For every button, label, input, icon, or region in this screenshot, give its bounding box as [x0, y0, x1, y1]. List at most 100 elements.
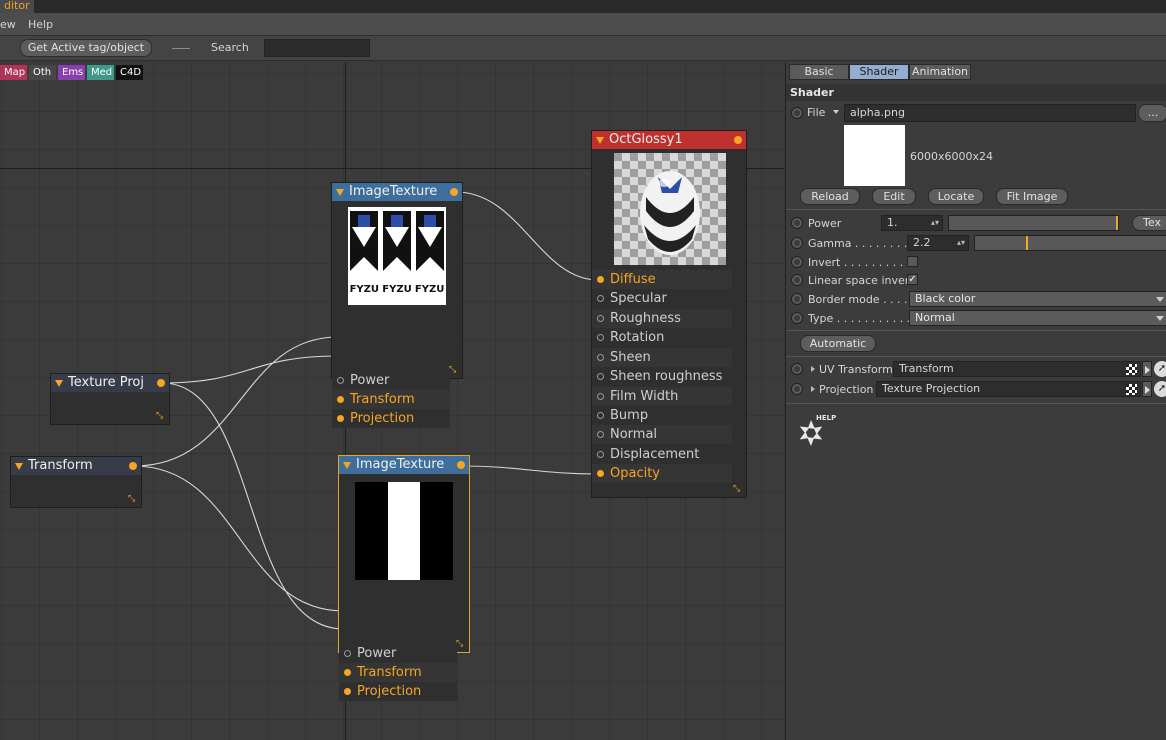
node-header[interactable]: OctGlossy1: [592, 131, 746, 149]
resize-icon[interactable]: ⤡: [733, 485, 742, 494]
input-port[interactable]: [597, 354, 604, 361]
file-menu-arrow-icon[interactable]: [833, 110, 839, 114]
menu-help[interactable]: Help: [28, 18, 53, 31]
port-diffuse[interactable]: Diffuse: [592, 270, 732, 289]
output-port[interactable]: [157, 379, 165, 387]
collapse-icon[interactable]: [596, 137, 604, 144]
input-port[interactable]: [337, 396, 344, 403]
port-film-width[interactable]: Film Width: [592, 387, 732, 406]
gamma-field[interactable]: 2.2 ▴▾: [907, 235, 969, 251]
tab-animation[interactable]: Animation: [909, 64, 971, 80]
edit-button[interactable]: Edit: [872, 188, 916, 205]
pick-cursor-icon[interactable]: ➚: [1154, 381, 1166, 397]
power-keyframe-radio[interactable]: [791, 217, 803, 229]
gamma-slider[interactable]: [974, 235, 1166, 251]
invert-checkbox[interactable]: [907, 256, 918, 267]
get-active-button[interactable]: Get Active tag/object: [20, 39, 152, 57]
search-input[interactable]: [264, 39, 370, 57]
help-button[interactable]: HELP: [796, 414, 844, 448]
output-port[interactable]: [457, 461, 465, 469]
port-specular[interactable]: Specular: [592, 289, 732, 308]
resize-icon[interactable]: ⤡: [456, 640, 465, 649]
resize-icon[interactable]: ⤡: [156, 412, 165, 421]
port-bump[interactable]: Bump: [592, 406, 732, 425]
gamma-slider-handle[interactable]: [1026, 236, 1028, 250]
input-port[interactable]: [597, 412, 604, 419]
menu-view[interactable]: ew: [0, 18, 16, 31]
type-dropdown[interactable]: Normal: [909, 310, 1166, 326]
invert-keyframe-radio[interactable]: [791, 256, 803, 268]
power-field[interactable]: 1. ▴▾: [881, 215, 943, 231]
collapse-icon[interactable]: [336, 189, 344, 196]
expand-arrow-icon[interactable]: [811, 386, 815, 392]
node-header[interactable]: ImageTexture: [339, 456, 469, 474]
port-transform[interactable]: Transform: [332, 390, 450, 409]
port-sheen-roughness[interactable]: Sheen roughness: [592, 367, 732, 386]
spinner-icon[interactable]: ▴▾: [957, 236, 965, 250]
output-port[interactable]: [734, 136, 742, 144]
file-path-field[interactable]: alpha.png: [844, 104, 1136, 122]
fit-image-button[interactable]: Fit Image: [996, 188, 1068, 205]
power-slider[interactable]: [948, 215, 1119, 231]
browse-button[interactable]: ...: [1138, 104, 1166, 122]
projection-menu-arrow[interactable]: [1142, 381, 1152, 397]
node-image-texture-1[interactable]: ImageTexture FYZU FYZU FYZU Power Transf…: [331, 182, 463, 428]
node-texture-projection[interactable]: Texture Proj ⤡: [50, 373, 170, 425]
port-projection[interactable]: Projection: [339, 682, 457, 701]
reload-button[interactable]: Reload: [800, 188, 860, 205]
input-port[interactable]: [344, 650, 351, 657]
gamma-keyframe-radio[interactable]: [791, 237, 803, 249]
port-normal[interactable]: Normal: [592, 425, 732, 444]
port-sheen[interactable]: Sheen: [592, 348, 732, 367]
linear-space-checkbox[interactable]: ✓: [907, 274, 918, 285]
uv-transform-menu-arrow[interactable]: [1142, 361, 1152, 377]
input-port[interactable]: [597, 470, 604, 477]
port-roughness[interactable]: Roughness: [592, 309, 732, 328]
uv-transform-keyframe-radio[interactable]: [791, 363, 803, 375]
port-power[interactable]: Power: [332, 371, 450, 390]
power-slider-handle[interactable]: [1116, 216, 1118, 230]
locate-button[interactable]: Locate: [928, 188, 984, 205]
node-header[interactable]: Texture Proj: [51, 374, 169, 392]
output-port[interactable]: [129, 462, 137, 470]
input-port[interactable]: [344, 688, 351, 695]
input-port[interactable]: [597, 393, 604, 400]
input-port[interactable]: [597, 431, 604, 438]
tex-button[interactable]: Tex: [1132, 215, 1166, 231]
input-port[interactable]: [597, 295, 604, 302]
collapse-icon[interactable]: [55, 380, 63, 387]
file-keyframe-radio[interactable]: [791, 107, 803, 119]
pick-cursor-icon[interactable]: ➚: [1154, 361, 1166, 377]
spinner-icon[interactable]: ▴▾: [931, 216, 939, 230]
input-port[interactable]: [597, 315, 604, 322]
node-header[interactable]: Transform: [11, 457, 141, 475]
resize-icon[interactable]: ⤡: [449, 366, 458, 375]
tab-basic[interactable]: Basic: [789, 64, 849, 80]
input-port[interactable]: [597, 276, 604, 283]
projection-link-field[interactable]: Texture Projection: [876, 381, 1141, 397]
input-port[interactable]: [597, 373, 604, 380]
node-canvas[interactable]: Map Oth Ems Med C4D Texture Proj ⤡ Trans…: [0, 62, 784, 740]
linear-space-keyframe-radio[interactable]: [791, 274, 803, 286]
port-power[interactable]: Power: [339, 644, 457, 663]
output-port[interactable]: [450, 188, 458, 196]
node-header[interactable]: ImageTexture: [332, 183, 462, 201]
input-port[interactable]: [337, 415, 344, 422]
port-opacity[interactable]: Opacity: [592, 464, 732, 483]
type-keyframe-radio[interactable]: [791, 312, 803, 324]
node-image-texture-2[interactable]: ImageTexture Power Transform Projection …: [338, 455, 470, 701]
node-transform[interactable]: Transform ⤡: [10, 456, 142, 508]
tab-shader[interactable]: Shader: [849, 64, 909, 80]
resize-icon[interactable]: ⤡: [128, 495, 137, 504]
input-port[interactable]: [597, 451, 604, 458]
border-mode-keyframe-radio[interactable]: [791, 293, 803, 305]
automatic-button[interactable]: Automatic: [800, 335, 876, 352]
collapse-icon[interactable]: [15, 463, 23, 470]
collapse-icon[interactable]: [343, 462, 351, 469]
port-projection[interactable]: Projection: [332, 409, 450, 428]
port-rotation[interactable]: Rotation: [592, 328, 732, 347]
input-port[interactable]: [597, 334, 604, 341]
port-displacement[interactable]: Displacement: [592, 445, 732, 464]
input-port[interactable]: [337, 377, 344, 384]
node-oct-glossy[interactable]: OctGlossy1 Diffuse Specular Roughness Ro…: [591, 130, 747, 498]
